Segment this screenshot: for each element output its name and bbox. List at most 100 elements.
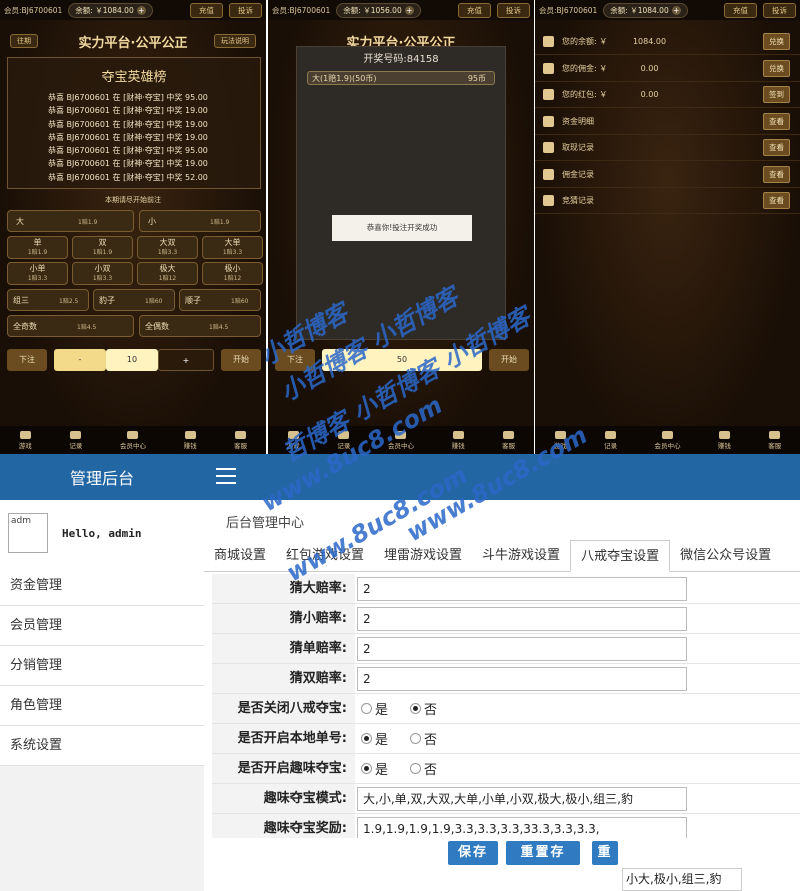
tab-label: 客服 — [768, 441, 782, 450]
even-odds-input[interactable]: 2 — [357, 666, 687, 691]
plus-icon[interactable]: + — [136, 5, 146, 15]
recharge-button[interactable]: 充值 — [190, 2, 223, 18]
account-icon — [543, 195, 554, 206]
plus-icon[interactable]: + — [404, 5, 414, 15]
tab-label: 会员中心 — [119, 441, 146, 450]
radio-no[interactable]: 否 — [410, 759, 437, 778]
bet-option-baozi[interactable]: 豹子 1赔60 — [93, 289, 175, 311]
bet-option[interactable]: 大双 1赔3.3 — [137, 236, 198, 259]
option-name: 全偶数 — [145, 322, 169, 331]
save-button[interactable]: 保存 — [448, 841, 498, 865]
start-button[interactable]: 开始 — [221, 349, 261, 371]
bet-option-all-even[interactable]: 全偶数 1赔4.5 — [139, 315, 261, 337]
radio-circle[interactable] — [361, 763, 372, 774]
menu-toggle-icon[interactable] — [216, 468, 236, 484]
account-row: 资金明细 查看 — [535, 109, 800, 135]
status-bar: 会员:BJ6700601 余额: ￥1056.00 + 充值 投诉 — [268, 0, 534, 20]
account-action-button[interactable]: 查看 — [763, 139, 790, 156]
field-label: 趣味夺宝模式: — [212, 784, 355, 813]
tab-earn[interactable]: 赚钱 — [452, 430, 465, 450]
tab-service[interactable]: 客服 — [234, 430, 247, 450]
radio-circle[interactable] — [361, 703, 372, 714]
radio-yes[interactable]: 是 — [361, 729, 388, 748]
form-actions: 保存 重置存 重 — [212, 838, 800, 872]
reset-button[interactable]: 重 — [592, 841, 618, 865]
recharge-button[interactable]: 充值 — [724, 2, 757, 18]
tab-douniu[interactable]: 斗牛游戏设置 — [472, 540, 570, 572]
autocomplete-suggestion[interactable]: 小大,极小,组三,豹 — [622, 868, 742, 891]
option-odds: 1赔60 — [231, 298, 249, 305]
radio-circle[interactable] — [410, 733, 422, 744]
bet-option[interactable]: 极小 1赔12 — [202, 262, 263, 285]
tab-earn[interactable]: 赚钱 — [184, 430, 197, 450]
account-action-button[interactable]: 查看 — [763, 112, 790, 130]
recharge-button[interactable]: 充值 — [458, 2, 491, 18]
tab-minesweep[interactable]: 埋雷游戏设置 — [374, 540, 472, 572]
bet-option[interactable]: 极大 1赔12 — [137, 262, 198, 285]
bet-small-button[interactable]: 小 1赔1.9 — [139, 210, 261, 232]
bet-option-all-odd[interactable]: 全奇数 1赔4.5 — [7, 315, 134, 337]
bet-option[interactable]: 双 1赔1.9 — [72, 236, 133, 259]
sidebar-item-roles[interactable]: 角色管理 — [0, 686, 204, 726]
bet-option-shunzi[interactable]: 顺子 1赔60 — [179, 289, 261, 311]
tab-records[interactable]: 记录 — [604, 430, 617, 450]
bet-option-zusan[interactable]: 组三 1赔2.5 — [7, 289, 89, 311]
sidebar-item-system[interactable]: 系统设置 — [0, 726, 204, 766]
tab-wechat[interactable]: 微信公众号设置 — [670, 540, 781, 572]
account-action-button[interactable]: 兑换 — [763, 33, 790, 50]
complaint-button[interactable]: 投诉 — [763, 2, 796, 18]
mode-input[interactable]: 大,小,单,双,大双,大单,小单,小双,极大,极小,组三,豹 — [357, 786, 687, 811]
account-action-button[interactable]: 查看 — [763, 192, 790, 209]
tab-bajie[interactable]: 八戒夺宝设置 — [570, 540, 671, 572]
radio-circle[interactable] — [410, 703, 422, 714]
sidebar-item-funds[interactable]: 资金管理 — [0, 566, 204, 606]
bet-option[interactable]: 小单 1赔3.3 — [7, 262, 68, 285]
balance-pill: 余额: ￥1084.00 + — [603, 2, 688, 18]
plus-button[interactable]: + — [158, 349, 214, 371]
radio-no[interactable]: 否 — [410, 729, 437, 748]
option-name: 单 — [33, 238, 42, 247]
complaint-button[interactable]: 投诉 — [229, 2, 262, 18]
complaint-button[interactable]: 投诉 — [497, 2, 530, 18]
tab-game[interactable]: 游戏 — [18, 430, 32, 450]
sidebar-item-members[interactable]: 会员管理 — [0, 606, 204, 646]
tab-service[interactable]: 客服 — [502, 430, 515, 450]
reward-input[interactable]: 1.9,1.9,1.9,1.9,3.3,3.3,3.3,33.3,3.3,3.3… — [357, 816, 687, 841]
radio-circle[interactable] — [410, 763, 422, 774]
tab-member[interactable]: 会员中心 — [654, 430, 680, 450]
bet-option[interactable]: 大单 1赔3.3 — [202, 236, 263, 259]
place-bet-button[interactable]: 下注 — [7, 349, 47, 371]
amount-field[interactable]: 10 — [106, 349, 158, 371]
account-icon — [543, 36, 554, 47]
radio-yes[interactable]: 是 — [361, 699, 388, 718]
odd-odds-input[interactable]: 2 — [357, 636, 687, 661]
bet-option[interactable]: 小双 1赔3.3 — [72, 262, 133, 285]
form-row: 是否开启趣味夺宝: 是 否 — [212, 754, 800, 784]
option-odds: 1赔2.5 — [59, 298, 79, 305]
sidebar-item-distribution[interactable]: 分销管理 — [0, 646, 204, 686]
tab-earn[interactable]: 赚钱 — [718, 430, 731, 450]
tab-label: 游戏 — [18, 441, 32, 450]
start-button[interactable]: 开始 — [489, 349, 529, 371]
radio-label: 否 — [424, 703, 438, 718]
tab-shop[interactable]: 商城设置 — [204, 540, 276, 572]
service-icon — [769, 430, 781, 439]
account-action-button[interactable]: 查看 — [763, 165, 790, 183]
account-action-button[interactable]: 签到 — [763, 86, 790, 103]
radio-circle[interactable] — [361, 733, 372, 744]
bet-option[interactable]: 单 1赔1.9 — [7, 236, 68, 259]
tab-records[interactable]: 记录 — [69, 430, 82, 450]
tab-service[interactable]: 客服 — [768, 430, 782, 450]
radio-no[interactable]: 否 — [410, 699, 437, 718]
bet-big-button[interactable]: 大 1赔1.9 — [7, 210, 134, 232]
rules-button[interactable]: 玩法说明 — [214, 34, 256, 48]
big-odds-input[interactable]: 2 — [357, 576, 687, 601]
radio-yes[interactable]: 是 — [361, 759, 388, 778]
history-button[interactable]: 往期 — [10, 34, 38, 48]
plus-icon[interactable]: + — [671, 5, 681, 15]
reset-save-button[interactable]: 重置存 — [506, 841, 580, 865]
tab-member[interactable]: 会员中心 — [119, 430, 146, 450]
small-odds-input[interactable]: 2 — [357, 606, 687, 631]
account-action-button[interactable]: 兑换 — [763, 59, 790, 77]
minus-button[interactable]: - — [54, 349, 106, 371]
